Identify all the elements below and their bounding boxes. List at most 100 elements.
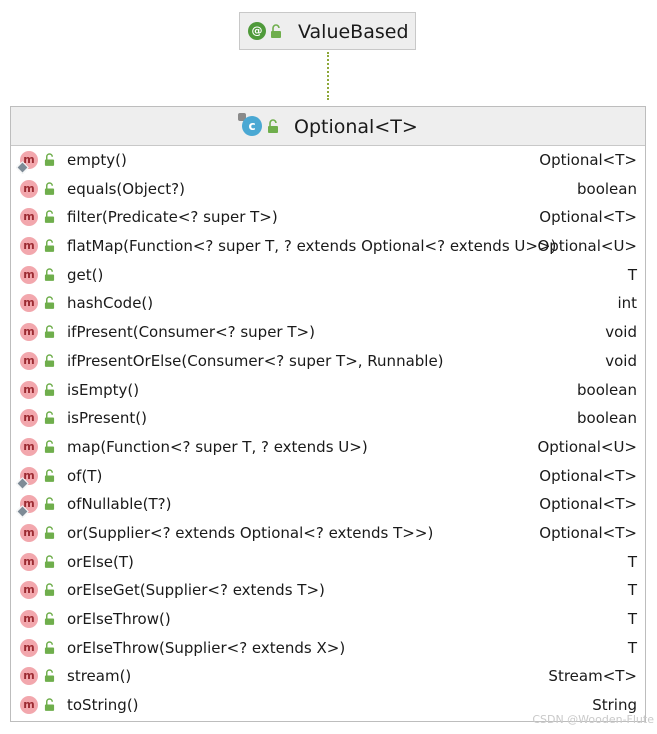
return-type: Optional<T> [539,208,637,227]
method-icon: m [20,696,38,715]
unlock-icon [44,526,55,539]
member-row[interactable]: m hashCode() int [11,289,645,318]
method-name: or(Supplier<? extends Optional<? extends… [67,523,434,542]
return-type: T [627,610,637,628]
member-row[interactable]: m flatMap(Function<? super T, ? extends O… [11,232,645,261]
method-icon: m [20,351,38,370]
unlock-icon [44,210,55,224]
return-type: Optional<T> [539,523,637,542]
method-icon: m [20,523,38,542]
method-icon: m [20,237,38,256]
member-row[interactable]: m equals(Object?) boolean [11,175,645,204]
method-name: of(T) [67,466,103,485]
member-row[interactable]: m ofNullable(T?) Optional<T> [11,490,645,519]
method-icon: m [20,552,38,571]
unlock-icon [44,354,55,367]
method-name: isEmpty() [67,380,140,399]
member-row[interactable]: m map(Function<? super T, ? extends U>) Op… [11,433,645,462]
class-icon: c [242,116,262,136]
unlock-icon [44,612,55,625]
method-name: flatMap(Function<? super T, ? extends Op… [67,237,557,256]
method-name: stream() [67,667,132,686]
return-type: T [627,638,637,657]
return-type: T [627,265,637,284]
class-title: Optional<T> [294,116,418,138]
method-name: orElseThrow(Supplier<? extends X>) [67,638,346,657]
method-name: ofNullable(T?) [67,495,172,514]
return-type: int [617,294,637,313]
member-row[interactable]: m ifPresentOrElse(Consumer<? super T>, Ru… [11,347,645,376]
return-type: Optional<T> [539,466,637,485]
member-row[interactable]: m get() T [11,261,645,290]
unlock-icon [271,24,281,38]
method-name: ifPresent(Consumer<? super T>) [67,323,315,342]
member-row[interactable]: m orElseThrow(Supplier<? extends X>) T [11,634,645,663]
return-type: Optional<T> [539,151,637,169]
annotation-icon: @ [248,22,266,40]
unlock-icon [44,641,55,654]
return-type: boolean [577,179,637,198]
member-row[interactable]: m orElseGet(Supplier<? extends T>) T [11,576,645,605]
method-name: filter(Predicate<? super T>) [67,208,278,227]
unlock-icon [44,497,55,511]
method-name: ifPresentOrElse(Consumer<? super T>, Run… [67,351,444,370]
class-header: c Optional<T> [11,107,645,146]
annotation-box-valuebased[interactable]: @ ValueBased [239,12,416,50]
unlock-icon [44,268,55,281]
return-type: Optional<U> [537,437,637,456]
method-icon: m [20,409,38,428]
method-icon: m [20,323,38,342]
method-name: orElseGet(Supplier<? extends T>) [67,581,325,600]
member-row[interactable]: m isPresent() boolean [11,404,645,433]
unlock-icon [44,296,55,310]
member-row[interactable]: m filter(Predicate<? super T>) Optional<T> [11,203,645,232]
method-icon: m [20,667,38,686]
watermark: CSDN @Wooden-Flute [532,713,654,726]
member-list: m empty() Optional<T> m equals(Object?) boole… [11,146,645,720]
unlock-icon [44,411,55,425]
member-row[interactable]: m ifPresent(Consumer<? super T>) void [11,318,645,347]
method-icon: m [20,638,38,657]
realization-connector [327,52,329,100]
method-icon: m [20,265,38,284]
unlock-icon [44,382,55,396]
method-icon: m [20,610,38,628]
unlock-icon [44,554,55,568]
return-type: Stream<T> [548,667,637,686]
return-type: void [605,351,637,370]
member-row[interactable]: m empty() Optional<T> [11,146,645,175]
method-icon: m [20,380,38,399]
member-row[interactable]: m isEmpty() boolean [11,376,645,405]
method-name: toString() [67,696,139,715]
member-row[interactable]: m of(T) Optional<T> [11,462,645,491]
member-row[interactable]: m orElse(T) T [11,548,645,577]
return-type: boolean [577,409,637,428]
method-name: map(Function<? super T, ? extends U>) [67,437,368,456]
return-type: T [627,581,637,600]
return-type: void [605,323,637,342]
class-box-optional[interactable]: c Optional<T> m empty() Optional<T> m equals… [10,106,646,722]
unlock-icon [44,325,55,339]
unlock-icon [44,440,55,453]
member-row[interactable]: m orElseThrow() T [11,605,645,634]
unlock-icon [44,698,55,711]
method-name: isPresent() [67,409,147,428]
annotation-title: ValueBased [298,21,409,43]
member-row[interactable]: m or(Supplier<? extends Optional<? extend… [11,519,645,548]
method-icon: m [20,581,38,600]
method-name: empty() [67,151,127,169]
method-icon: m [20,294,38,313]
method-icon: m [20,179,38,198]
return-type: Optional<T> [539,495,637,514]
method-name: orElse(T) [67,552,134,571]
return-type: boolean [577,380,637,399]
method-icon: m [20,437,38,456]
member-row[interactable]: m stream() Stream<T> [11,662,645,691]
unlock-icon [44,669,55,683]
method-name: get() [67,265,104,284]
return-type: Optional<U> [537,237,637,256]
return-type: T [627,552,637,571]
method-name: hashCode() [67,294,154,313]
unlock-icon [44,583,55,597]
method-name: equals(Object?) [67,179,185,198]
